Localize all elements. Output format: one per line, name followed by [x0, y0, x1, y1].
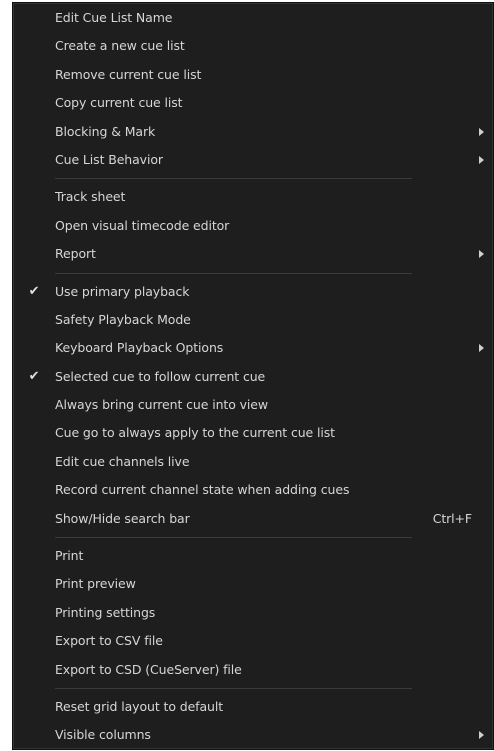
menu-item-always-bring-current-cue-into-view[interactable]: Always bring current cue into view [14, 391, 492, 419]
checkmark-icon: ✔ [28, 368, 40, 384]
menu-item-cue-list-behavior[interactable]: Cue List Behavior [14, 146, 492, 174]
menu-item-safety-playback-mode[interactable]: Safety Playback Mode [14, 306, 492, 334]
menu-item-label: Visible columns [55, 727, 151, 743]
context-menu: Edit Cue List Name Create a new cue list… [13, 3, 493, 749]
submenu-arrow-icon [479, 344, 484, 353]
submenu-arrow-icon [479, 155, 484, 164]
menu-item-label: Export to CSV file [55, 633, 163, 649]
menu-separator [14, 174, 492, 183]
menu-item-label: Cue go to always apply to the current cu… [55, 425, 335, 441]
menu-item-edit-cue-list-name[interactable]: Edit Cue List Name [14, 4, 492, 32]
menu-item-label: Reset grid layout to default [55, 698, 224, 714]
menu-item-open-visual-timecode-editor[interactable]: Open visual timecode editor [14, 212, 492, 240]
menu-item-selected-cue-follow-current[interactable]: ✔ Selected cue to follow current cue [14, 363, 492, 391]
menu-item-label: Printing settings [55, 604, 156, 620]
menu-item-label: Use primary playback [55, 283, 190, 299]
menu-item-label: Edit Cue List Name [55, 10, 173, 25]
context-menu-items: Edit Cue List Name Create a new cue list… [14, 4, 492, 750]
menu-item-remove-current-cue-list[interactable]: Remove current cue list [14, 61, 492, 89]
submenu-arrow-icon [479, 127, 484, 136]
menu-item-print-preview[interactable]: Print preview [14, 570, 492, 598]
menu-item-keyboard-playback-options[interactable]: Keyboard Playback Options [14, 334, 492, 362]
menu-item-label: Report [55, 246, 96, 262]
menu-item-print[interactable]: Print [14, 542, 492, 570]
menu-item-label: Record current channel state when adding… [55, 482, 350, 498]
menu-item-use-primary-playback[interactable]: ✔ Use primary playback [14, 278, 492, 306]
menu-item-export-csd[interactable]: Export to CSD (CueServer) file [14, 656, 492, 684]
menu-item-shortcut: Ctrl+F [432, 510, 472, 526]
menu-item-label: Export to CSD (CueServer) file [55, 661, 242, 677]
menu-item-create-new-cue-list[interactable]: Create a new cue list [14, 32, 492, 60]
menu-item-export-csv[interactable]: Export to CSV file [14, 627, 492, 655]
submenu-arrow-icon [479, 731, 484, 740]
menu-item-printing-settings[interactable]: Printing settings [14, 599, 492, 627]
menu-item-visible-columns[interactable]: Visible columns [14, 721, 492, 749]
menu-item-label: Always bring current cue into view [55, 397, 268, 413]
menu-separator [14, 684, 492, 693]
menu-item-copy-current-cue-list[interactable]: Copy current cue list [14, 89, 492, 117]
submenu-arrow-icon [479, 250, 484, 259]
menu-item-record-channel-state[interactable]: Record current channel state when adding… [14, 476, 492, 504]
menu-separator [14, 269, 492, 278]
menu-item-label: Cue List Behavior [55, 151, 163, 167]
menu-item-report[interactable]: Report [14, 240, 492, 268]
menu-item-track-sheet[interactable]: Track sheet [14, 183, 492, 211]
menu-item-blocking-and-mark[interactable]: Blocking & Mark [14, 118, 492, 146]
menu-item-reset-grid-layout[interactable]: Reset grid layout to default [14, 693, 492, 721]
menu-item-cue-go-apply-current-list[interactable]: Cue go to always apply to the current cu… [14, 419, 492, 447]
menu-item-label: Open visual timecode editor [55, 217, 230, 233]
menu-item-label: Safety Playback Mode [55, 311, 191, 327]
menu-item-label: Track sheet [55, 189, 126, 205]
menu-separator [14, 533, 492, 542]
menu-item-label: Print preview [55, 576, 136, 592]
menu-item-label: Create a new cue list [55, 38, 185, 54]
menu-item-label: Print [55, 548, 84, 564]
menu-item-edit-cue-channels-live[interactable]: Edit cue channels live [14, 448, 492, 476]
menu-item-show-hide-search-bar[interactable]: Show/Hide search bar Ctrl+F [14, 505, 492, 533]
menu-item-label: Edit cue channels live [55, 453, 190, 469]
checkmark-icon: ✔ [28, 283, 40, 299]
menu-item-label: Remove current cue list [55, 66, 202, 82]
menu-item-label: Keyboard Playback Options [55, 340, 224, 356]
menu-item-label: Show/Hide search bar [55, 510, 190, 526]
menu-item-label: Blocking & Mark [55, 123, 156, 139]
menu-item-label: Copy current cue list [55, 95, 183, 111]
menu-item-label: Selected cue to follow current cue [55, 368, 266, 384]
